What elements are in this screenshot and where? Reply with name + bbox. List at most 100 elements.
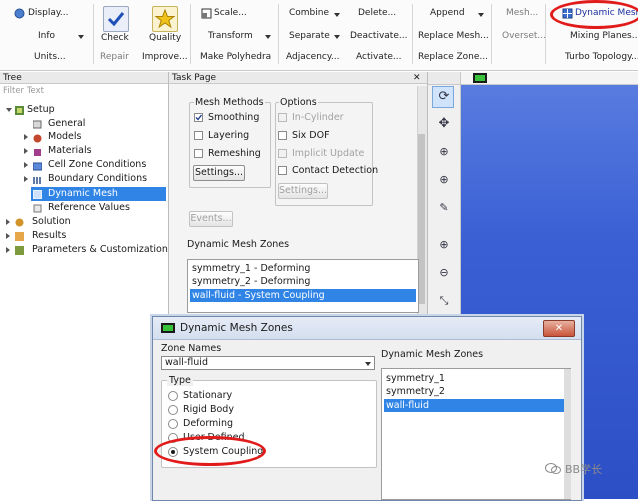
materials-icon [34, 149, 41, 156]
dynamic-mesh-zones-dialog: Dynamic Mesh Zones ✕ Zone Names wall-flu… [152, 316, 582, 501]
pan-icon[interactable]: ✥ [436, 116, 452, 132]
expand-models-toggle[interactable] [24, 134, 28, 140]
tree-item-boundary-conditions[interactable]: Boundary Conditions [48, 172, 147, 185]
transform-button[interactable]: Transform [208, 31, 253, 41]
implicit-update-checkbox[interactable] [278, 149, 287, 158]
tree-item-models[interactable]: Models [48, 130, 81, 143]
expand-parameters-toggle[interactable] [6, 247, 10, 253]
chevron-down-icon[interactable] [334, 35, 340, 39]
make-polyhedra-button[interactable]: Make Polyhedra [200, 52, 271, 62]
expand-boundary-toggle[interactable] [24, 176, 28, 182]
replace-zone-button[interactable]: Replace Zone... [418, 52, 488, 62]
tree-item-cell-zone-conditions[interactable]: Cell Zone Conditions [48, 158, 146, 171]
chevron-down-icon[interactable] [478, 13, 484, 17]
expand-setup-toggle[interactable] [6, 108, 12, 112]
tree-item-setup[interactable]: Setup [27, 103, 55, 116]
implicit-update-label: Implicit Update [292, 148, 365, 159]
tree-item-parameters-customization[interactable]: Parameters & Customization [32, 243, 168, 256]
overset-button[interactable]: Overset... [502, 31, 546, 41]
improve-button[interactable]: Improve... [142, 52, 188, 62]
dialog-zones-scrollbar[interactable] [564, 369, 571, 499]
deactivate-button[interactable]: Deactivate... [350, 31, 407, 41]
expand-results-toggle[interactable] [6, 233, 10, 239]
expand-materials-toggle[interactable] [24, 148, 28, 154]
chevron-down-icon[interactable] [265, 35, 271, 39]
quality-button[interactable]: Quality [149, 33, 181, 43]
zoom-out-icon[interactable]: ⊖ [436, 265, 452, 281]
task-scrollbar-thumb[interactable] [418, 134, 425, 304]
info-button[interactable]: Info [38, 31, 55, 41]
chevron-down-icon[interactable] [365, 362, 371, 366]
zoom-in-icon[interactable]: ⊕ [436, 144, 452, 160]
contact-detection-checkbox[interactable] [278, 166, 287, 175]
chevron-down-icon[interactable] [334, 13, 340, 17]
tree-item-dynamic-mesh[interactable]: Dynamic Mesh [48, 187, 118, 200]
append-button[interactable]: Append [430, 8, 465, 18]
tree-item-general[interactable]: General [48, 117, 85, 130]
smoothing-checkbox[interactable] [194, 113, 203, 122]
options-title: Options [279, 97, 318, 108]
tree-item-solution[interactable]: Solution [32, 215, 71, 228]
dynamic-mesh-zones-list[interactable]: symmetry_1 - Deforming symmetry_2 - Defo… [187, 259, 419, 313]
mesh-settings-button[interactable]: Settings... [193, 165, 245, 181]
dialog-zones-list[interactable]: symmetry_1 symmetry_2 wall-fluid [381, 368, 571, 500]
zone-names-dropdown[interactable]: wall-fluid [161, 356, 375, 370]
tree-item-reference-values[interactable]: Reference Values [48, 201, 130, 214]
mixing-planes-button[interactable]: Mixing Planes... [570, 31, 638, 41]
turbo-topology-button[interactable]: Turbo Topology... [565, 52, 638, 62]
rigid-body-label: Rigid Body [183, 404, 234, 415]
adjacency-button[interactable]: Adjacency... [286, 52, 340, 62]
check-button[interactable]: Check [101, 33, 129, 43]
in-cylinder-checkbox[interactable] [278, 113, 287, 122]
rigid-body-radio[interactable] [168, 405, 178, 415]
repair-button[interactable]: Repair [100, 52, 129, 62]
dialog-close-button[interactable]: ✕ [543, 320, 575, 337]
list-item[interactable]: symmetry_1 [384, 372, 564, 385]
zoom-box-icon[interactable]: ⊕ [436, 172, 452, 188]
zone-names-value: wall-fluid [165, 357, 208, 368]
layering-checkbox[interactable] [194, 131, 203, 140]
stationary-radio[interactable] [168, 391, 178, 401]
check-icon [103, 6, 129, 32]
scale-button[interactable]: Scale... [214, 8, 247, 18]
list-item[interactable]: wall-fluid [384, 399, 564, 412]
setup-icon [15, 106, 24, 115]
chevron-down-icon[interactable] [78, 35, 84, 39]
models-icon [33, 134, 42, 143]
dynamic-mesh-icon [33, 190, 42, 199]
list-item[interactable]: wall-fluid - System Coupling [190, 289, 416, 302]
remeshing-checkbox[interactable] [194, 149, 203, 158]
axes-icon[interactable]: ⤡ [436, 293, 452, 309]
delete-button[interactable]: Delete... [358, 8, 396, 18]
tree-item-materials[interactable]: Materials [48, 144, 92, 157]
zoom-fit-icon[interactable]: ⊕ [436, 237, 452, 253]
rotate-icon: ⟳ [438, 89, 450, 104]
separate-button[interactable]: Separate [289, 31, 330, 41]
six-dof-label: Six DOF [292, 130, 330, 141]
scale-icon [201, 8, 212, 19]
expand-solution-toggle[interactable] [6, 219, 10, 225]
combine-button[interactable]: Combine [289, 8, 329, 18]
display-button[interactable]: Display... [28, 8, 68, 18]
close-icon[interactable]: ✕ [413, 73, 421, 83]
filter-text-input[interactable]: Filter Text [3, 86, 163, 97]
units-button[interactable]: Units... [34, 52, 66, 62]
remeshing-label: Remeshing [208, 148, 261, 159]
list-item[interactable]: symmetry_2 - Deforming [190, 275, 416, 288]
ribbon-divider [412, 4, 413, 64]
expand-cell-zone-toggle[interactable] [24, 162, 28, 168]
activate-button[interactable]: Activate... [356, 52, 401, 62]
replace-mesh-button[interactable]: Replace Mesh... [418, 31, 489, 41]
six-dof-checkbox[interactable] [278, 131, 287, 140]
tree-item-results[interactable]: Results [32, 229, 66, 242]
list-item[interactable]: symmetry_1 - Deforming [190, 262, 416, 275]
list-item[interactable]: symmetry_2 [384, 385, 564, 398]
probe-icon[interactable]: ✎ [436, 200, 452, 216]
options-settings-button[interactable]: Settings... [278, 183, 328, 199]
dialog-title-bar[interactable]: Dynamic Mesh Zones ✕ [153, 317, 581, 340]
deforming-radio[interactable] [168, 419, 178, 429]
events-button[interactable]: Events... [189, 211, 233, 227]
viewer-tab[interactable] [461, 72, 638, 85]
mesh-button[interactable]: Mesh... [506, 8, 538, 18]
reference-icon [33, 204, 42, 213]
